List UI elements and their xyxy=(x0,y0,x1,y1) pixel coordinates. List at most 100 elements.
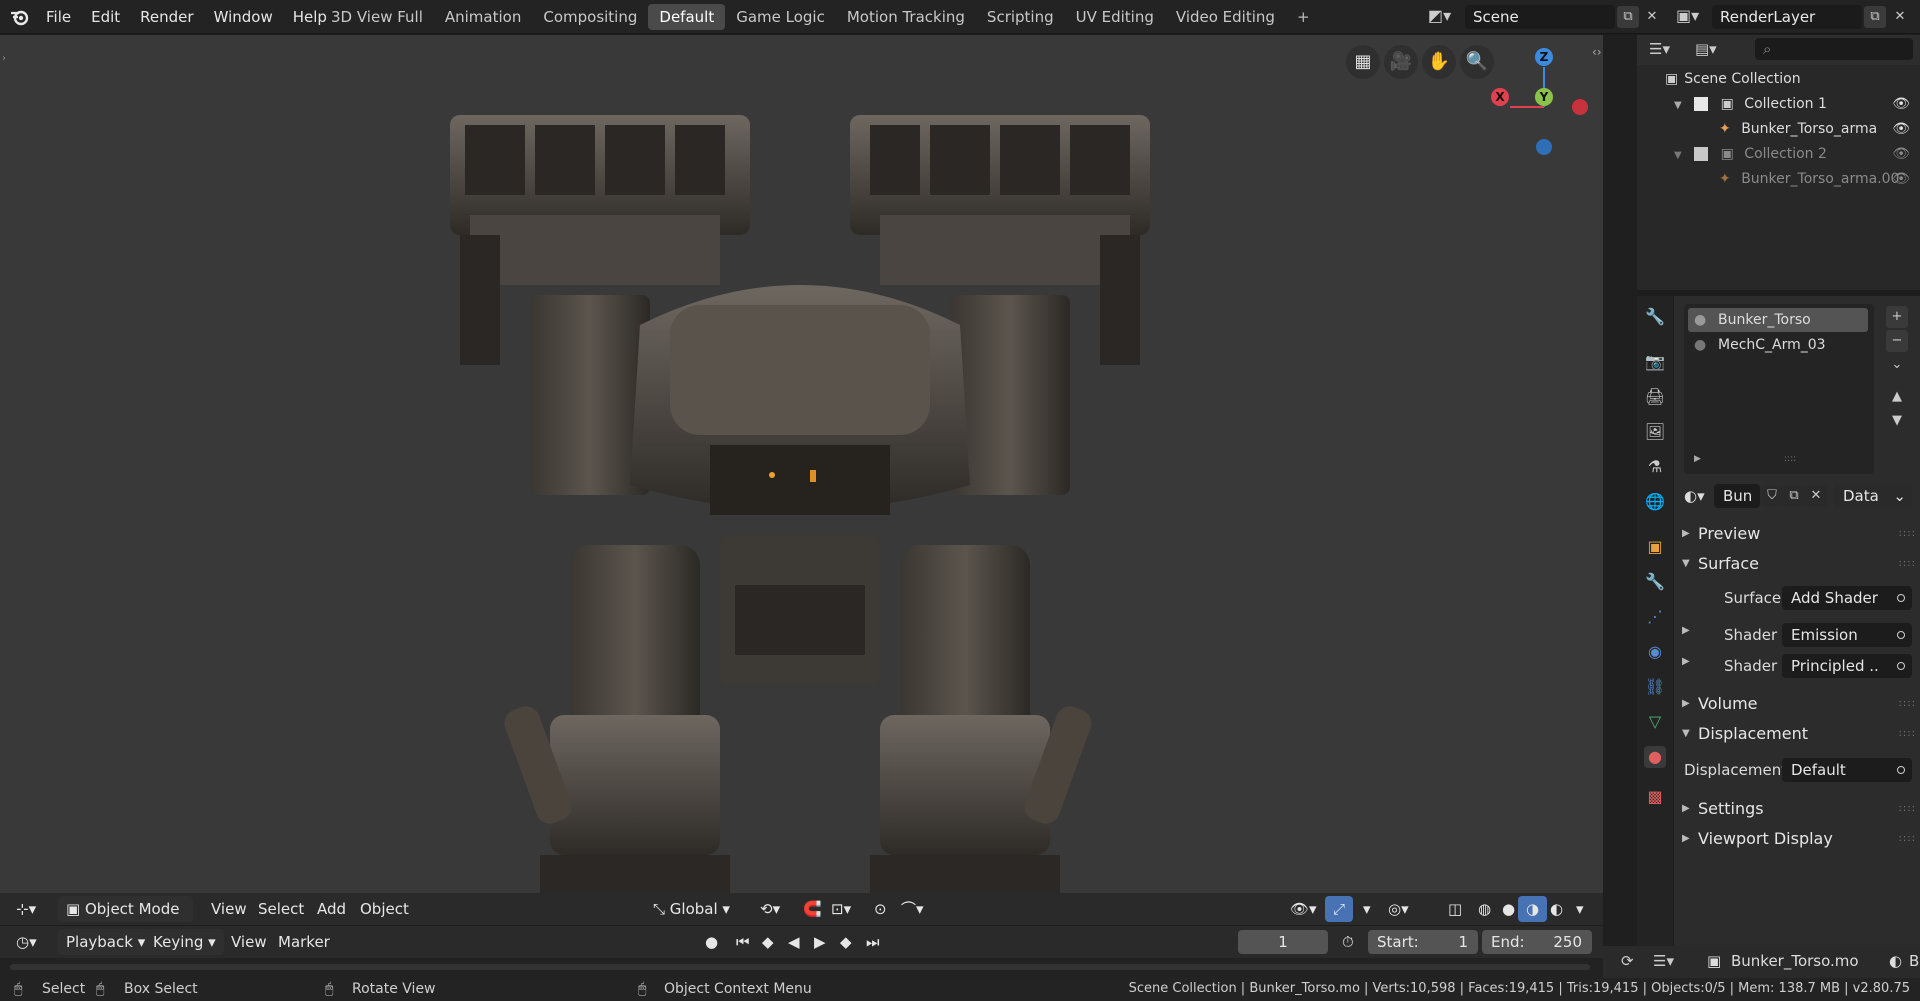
timeline-editor-icon[interactable]: ◷▾ xyxy=(8,929,45,955)
slot-specials-button[interactable]: ⌄ xyxy=(1886,354,1908,376)
mode-dropdown[interactable]: ▣ Object Mode ▾ xyxy=(58,896,193,944)
tool-tab-icon[interactable]: 🔧 xyxy=(1644,306,1666,328)
list-resize-grip[interactable]: :::: xyxy=(1784,454,1796,464)
play-reverse-icon[interactable]: ◀ xyxy=(780,929,808,955)
3d-viewport[interactable]: › ▦ 🎥 ✋ 🔍 ‹› Z X Y xyxy=(0,35,1603,925)
timeline-menu-view[interactable]: View xyxy=(223,929,275,955)
visibility-icon[interactable]: 👁▾ xyxy=(1282,896,1325,922)
viewport-menu-select[interactable]: Select xyxy=(250,896,312,922)
transform-orientation-dropdown[interactable]: ⤡ Global ▾ xyxy=(645,896,743,922)
zoom-icon[interactable]: 🔍 xyxy=(1460,45,1494,79)
scene-tab-icon[interactable]: ⚗ xyxy=(1644,456,1666,478)
panel-settings[interactable]: ▶ Settings:::: xyxy=(1674,795,1920,823)
fake-user-icon[interactable]: ⛉ xyxy=(1761,485,1783,507)
toolbar-collapse-icon[interactable]: › xyxy=(2,53,6,64)
particles-tab-icon[interactable]: ⋰ xyxy=(1644,606,1666,628)
outliner-search-field[interactable]: ⌕ xyxy=(1755,38,1913,60)
render-tab-icon[interactable]: 📷 xyxy=(1644,351,1666,373)
overlay-icon[interactable]: ◎▾ xyxy=(1380,896,1417,922)
list-expand-icon[interactable]: ▶ xyxy=(1694,454,1701,464)
displacement-button[interactable]: Default xyxy=(1782,758,1912,782)
eye-icon[interactable]: 👁 xyxy=(1892,142,1910,167)
panel-preview[interactable]: ▶ Preview:::: xyxy=(1674,520,1920,548)
outliner-row-armature-1[interactable]: ✦ Bunker_Torso_arma 👁 xyxy=(1637,117,1920,142)
tab-scripting[interactable]: Scripting xyxy=(976,4,1065,30)
constraints-tab-icon[interactable]: ⛓ xyxy=(1644,676,1666,698)
unlink-material-icon[interactable]: ✕ xyxy=(1805,485,1827,507)
gizmo-dropdown-icon[interactable]: ▾ xyxy=(1355,896,1379,922)
duplicate-material-icon[interactable]: ⧉ xyxy=(1783,485,1805,507)
menu-edit[interactable]: Edit xyxy=(81,8,130,26)
shading-dropdown-icon[interactable]: ▾ xyxy=(1568,896,1592,922)
jump-end-icon[interactable]: ⏭ xyxy=(858,929,888,955)
timeline-scrubber[interactable] xyxy=(0,958,1603,980)
add-slot-button[interactable]: + xyxy=(1886,306,1908,328)
viewport-menu-view[interactable]: View xyxy=(203,896,255,922)
renderlayer-name-field[interactable]: RenderLayer xyxy=(1712,5,1862,29)
eye-icon[interactable]: 👁 xyxy=(1892,117,1910,142)
shader1-expand-icon[interactable]: ▶ xyxy=(1682,625,1690,636)
viewport-menu-add[interactable]: Add xyxy=(309,896,354,922)
material-tab-icon[interactable]: ● xyxy=(1644,746,1666,768)
remove-slot-button[interactable]: − xyxy=(1886,330,1908,352)
pivot-point-icon[interactable]: ⟲▾ xyxy=(752,896,788,922)
playback-menu[interactable]: Playback ▾ xyxy=(58,929,154,955)
gizmo-y-axis[interactable]: Y xyxy=(1535,88,1553,106)
tab-motion-tracking[interactable]: Motion Tracking xyxy=(836,4,976,30)
tab-game-logic[interactable]: Game Logic xyxy=(725,4,836,30)
timeline-menu-marker[interactable]: Marker xyxy=(270,929,338,955)
physics-tab-icon[interactable]: ◉ xyxy=(1644,641,1666,663)
outliner-scene-collection[interactable]: ▣ Scene Collection xyxy=(1637,67,1920,92)
surface-shader-button[interactable]: Add Shader xyxy=(1782,586,1912,610)
pan-hand-icon[interactable]: ✋ xyxy=(1422,45,1456,79)
editor-type-icon[interactable]: ⊹▾ xyxy=(8,896,44,922)
view-layer-tab-icon[interactable]: 🖼 xyxy=(1644,421,1666,443)
link-dropdown[interactable]: Data ⌄ xyxy=(1834,484,1912,508)
keying-menu[interactable]: Keying ▾ xyxy=(145,929,224,955)
scene-selector-icon[interactable]: ◩▾ xyxy=(1428,6,1458,28)
shader2-button[interactable]: Principled .. xyxy=(1782,654,1912,678)
tab-3d-view-full[interactable]: 3D View Full xyxy=(320,4,434,30)
toggle-grid-icon[interactable]: ▦ xyxy=(1346,45,1380,79)
properties-editor-icon[interactable]: ☰▾ xyxy=(1653,952,1674,970)
data-tab-icon[interactable]: ▽ xyxy=(1644,711,1666,733)
tab-compositing[interactable]: Compositing xyxy=(532,4,648,30)
material-browse-icon[interactable]: ◐▾ xyxy=(1684,484,1712,508)
blender-logo-icon[interactable] xyxy=(9,7,31,27)
next-keyframe-icon[interactable]: ◆ xyxy=(832,929,860,955)
camera-view-icon[interactable]: 🎥 xyxy=(1384,45,1418,79)
record-icon[interactable]: ● xyxy=(697,929,726,955)
new-scene-button[interactable]: ⧉ xyxy=(1617,6,1639,28)
checkbox-icon[interactable] xyxy=(1694,97,1709,111)
add-workspace-button[interactable]: + xyxy=(1286,4,1321,30)
sync-icon[interactable]: ⟳ xyxy=(1621,952,1634,970)
menu-render[interactable]: Render xyxy=(130,8,203,26)
shader2-expand-icon[interactable]: ▶ xyxy=(1682,656,1690,667)
move-slot-down-button[interactable]: ▼ xyxy=(1886,410,1908,432)
menu-file[interactable]: File xyxy=(36,8,81,26)
material-name-field[interactable]: Bun xyxy=(1714,484,1760,508)
shader1-button[interactable]: Emission xyxy=(1782,623,1912,647)
outliner-editor-icon[interactable]: ☰▾ xyxy=(1649,40,1670,58)
expand-icon[interactable]: ▼ xyxy=(1674,100,1682,111)
material-slot-list[interactable]: ● Bunker_Torso ● MechC_Arm_03 ▶ :::: xyxy=(1684,304,1874,474)
object-tab-icon[interactable]: ▣ xyxy=(1644,536,1666,558)
world-tab-icon[interactable]: 🌐 xyxy=(1644,491,1666,513)
tab-animation[interactable]: Animation xyxy=(434,4,532,30)
scene-name-field[interactable]: Scene xyxy=(1465,5,1615,29)
timeline-scrollbar[interactable] xyxy=(10,964,1590,970)
falloff-icon[interactable]: ⌒▾ xyxy=(893,896,932,922)
prev-keyframe-icon[interactable]: ◆ xyxy=(754,929,782,955)
panel-surface[interactable]: ▼ Surface:::: xyxy=(1674,550,1920,578)
panel-volume[interactable]: ▶ Volume:::: xyxy=(1674,690,1920,718)
xray-icon[interactable]: ◫ xyxy=(1440,896,1470,922)
output-tab-icon[interactable]: 🖨 xyxy=(1644,386,1666,408)
display-mode-icon[interactable]: ▤▾ xyxy=(1695,40,1717,58)
texture-tab-icon[interactable]: ▩ xyxy=(1644,786,1666,808)
remove-renderlayer-button[interactable]: ✕ xyxy=(1889,6,1911,28)
eye-icon[interactable]: 👁 xyxy=(1892,92,1910,117)
new-renderlayer-button[interactable]: ⧉ xyxy=(1864,6,1886,28)
tab-video-editing[interactable]: Video Editing xyxy=(1165,4,1286,30)
gizmo-z-axis[interactable]: Z xyxy=(1535,48,1553,66)
tab-default[interactable]: Default xyxy=(648,4,726,30)
